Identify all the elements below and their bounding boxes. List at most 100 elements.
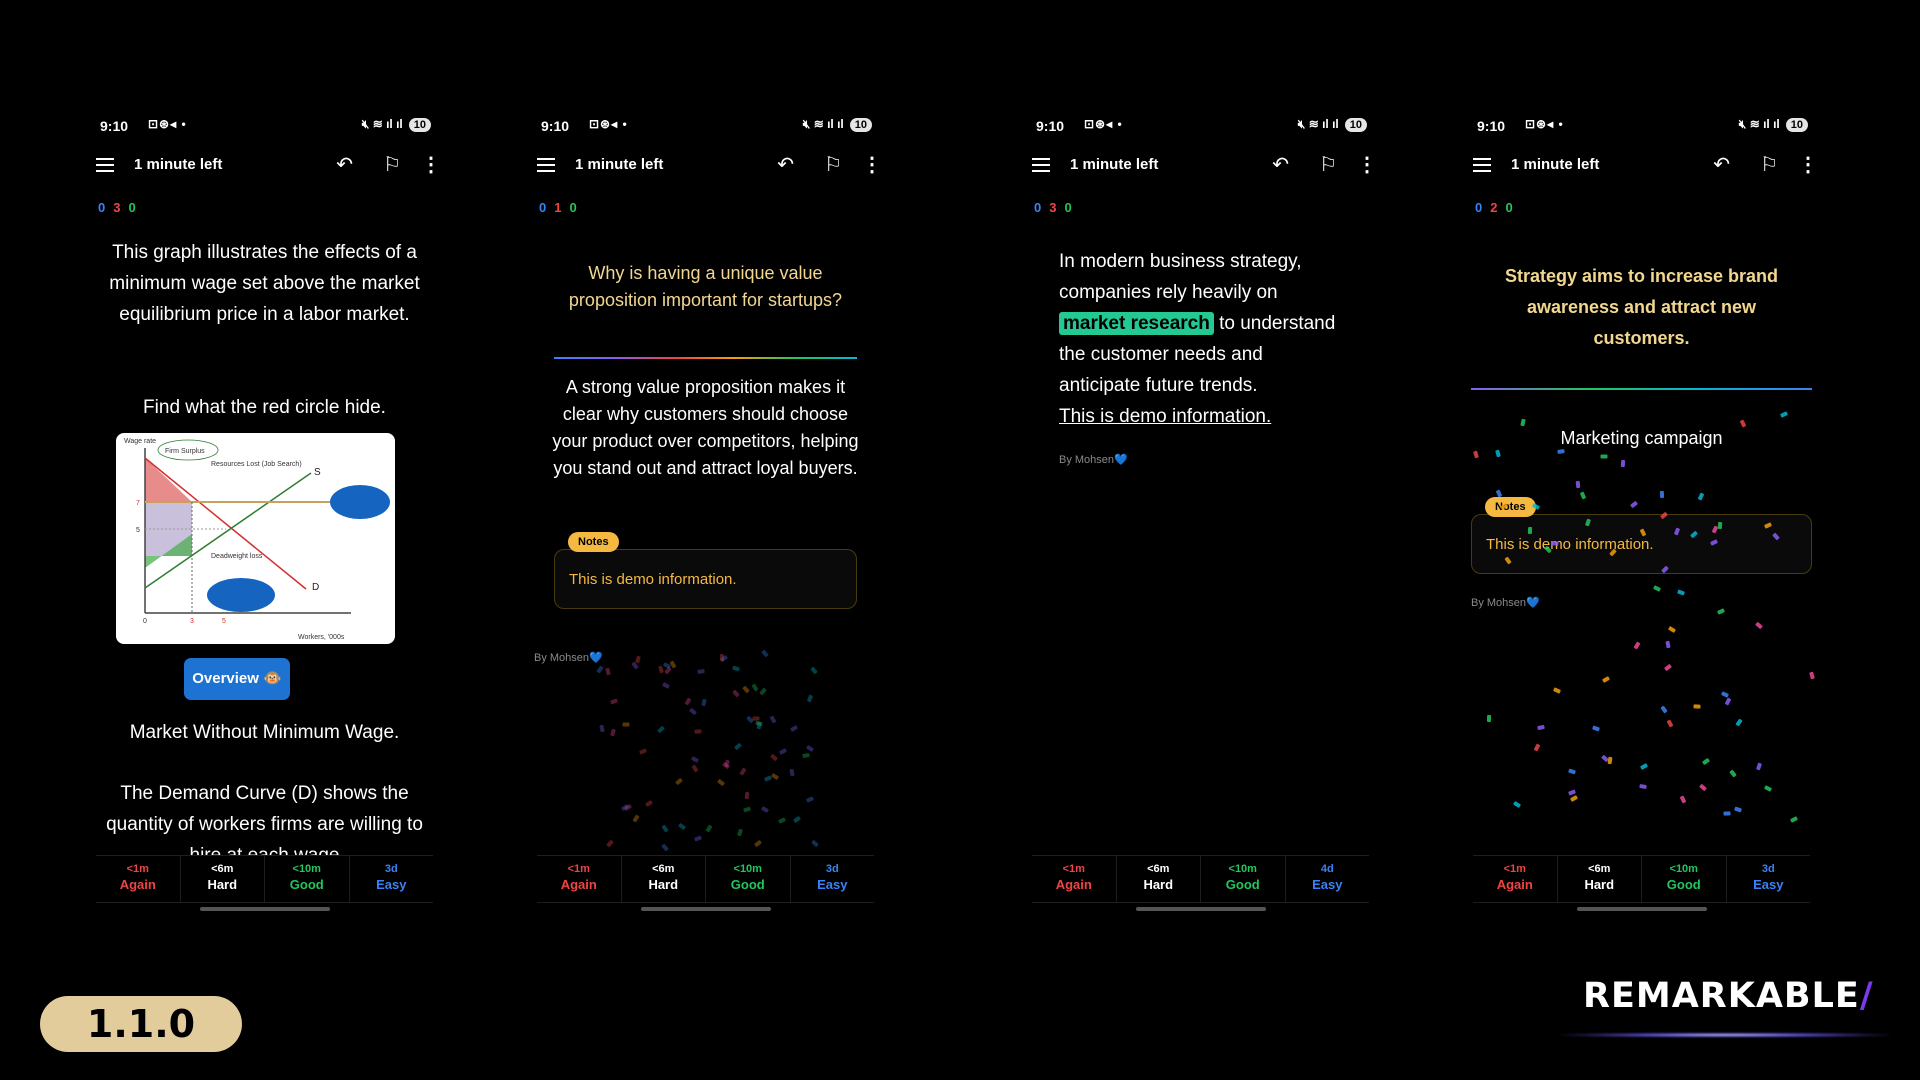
graph-x0: 0 xyxy=(143,618,147,625)
hard-label: Hard xyxy=(648,877,679,892)
confetti-piece xyxy=(1729,769,1737,778)
home-indicator[interactable] xyxy=(1135,907,1266,911)
confetti-piece xyxy=(705,824,713,833)
confetti-piece xyxy=(777,817,786,825)
home-indicator[interactable] xyxy=(1576,907,1707,911)
confetti-piece xyxy=(1790,816,1799,824)
confetti-piece xyxy=(761,805,770,813)
undo-icon[interactable]: ↶ xyxy=(1272,152,1289,177)
good-label: Good xyxy=(289,877,324,892)
more-options-icon[interactable]: ⋮ xyxy=(1357,152,1377,177)
confetti-piece xyxy=(806,694,813,703)
confetti-piece xyxy=(1717,607,1726,615)
confetti-piece xyxy=(662,682,671,689)
hard-button[interactable]: <6m Hard xyxy=(622,856,706,902)
flag-icon[interactable]: ⚐ xyxy=(1760,152,1778,177)
confetti-piece xyxy=(677,822,686,831)
home-indicator[interactable] xyxy=(199,907,330,911)
phone-screen-4: 9:10 ⊡⊛◂ • 🔇︎ ≋ ıl ıl 10 1 minute left ↶… xyxy=(1453,108,1830,918)
confetti-piece xyxy=(674,777,683,786)
hard-button[interactable]: <6m Hard xyxy=(181,856,265,902)
notification-icons: ⊡⊛◂ • xyxy=(589,117,628,131)
battery-icon: 10 xyxy=(408,117,431,132)
easy-label: Easy xyxy=(1753,877,1784,892)
cloze-answer-highlight: market research xyxy=(1059,312,1214,335)
more-options-icon[interactable]: ⋮ xyxy=(421,152,441,177)
flag-icon[interactable]: ⚐ xyxy=(824,152,842,177)
red-circle-hidden-1 xyxy=(330,485,390,519)
confetti-piece xyxy=(634,655,641,664)
battery-icon: 10 xyxy=(849,117,872,132)
menu-icon[interactable] xyxy=(1473,158,1491,172)
confetti-piece xyxy=(1809,672,1816,680)
confetti-piece xyxy=(778,748,787,756)
easy-button[interactable]: 3d Easy xyxy=(350,856,434,902)
card-intro-text: This graph illustrates the effects of a … xyxy=(109,242,420,325)
menu-icon[interactable] xyxy=(96,158,114,172)
again-label: Again xyxy=(1055,877,1092,892)
confetti-piece xyxy=(1679,795,1686,804)
hard-interval: <6m xyxy=(652,863,675,875)
confetti-piece xyxy=(1779,411,1788,418)
again-button[interactable]: <1m Again xyxy=(537,856,622,902)
brand-wordmark: REMARKABLE xyxy=(1583,976,1860,1016)
timer-title: 1 minute left xyxy=(1511,156,1600,173)
easy-interval: 4d xyxy=(1320,863,1334,875)
overview-button[interactable]: Overview 🐵 xyxy=(184,658,290,700)
more-options-icon[interactable]: ⋮ xyxy=(1798,152,1818,177)
confetti-piece xyxy=(622,722,630,727)
hard-label: Hard xyxy=(207,877,238,892)
confetti-piece xyxy=(801,752,810,758)
hard-label: Hard xyxy=(1143,877,1174,892)
confetti-piece xyxy=(1666,719,1674,728)
good-interval: <10m xyxy=(733,863,762,875)
status-bar: 9:10 ⊡⊛◂ • 🔇︎ ≋ ıl ıl 10 xyxy=(1012,116,1389,136)
easy-interval: 3d xyxy=(1761,863,1775,875)
undo-icon[interactable]: ↶ xyxy=(777,152,794,177)
confetti-piece xyxy=(1600,454,1608,459)
menu-icon[interactable] xyxy=(537,158,555,172)
good-button[interactable]: <10m Good xyxy=(1201,856,1286,902)
again-button[interactable]: <1m Again xyxy=(1032,856,1117,902)
good-button[interactable]: <10m Good xyxy=(706,856,791,902)
easy-button[interactable]: 3d Easy xyxy=(1727,856,1811,902)
app-bar: 1 minute left ↶ ⚐ ⋮ xyxy=(1012,152,1389,182)
confetti-piece xyxy=(810,666,819,675)
confetti-piece xyxy=(806,796,815,804)
good-button[interactable]: <10m Good xyxy=(265,856,350,902)
flag-icon[interactable]: ⚐ xyxy=(1319,152,1337,177)
easy-button[interactable]: 4d Easy xyxy=(1286,856,1370,902)
graph-deadweight: Deadweight loss xyxy=(211,553,263,560)
flag-icon[interactable]: ⚐ xyxy=(383,152,401,177)
easy-interval: 3d xyxy=(384,863,398,875)
red-circle-hidden-2 xyxy=(207,578,275,612)
good-interval: <10m xyxy=(1228,863,1257,875)
easy-button[interactable]: 3d Easy xyxy=(791,856,875,902)
undo-icon[interactable]: ↶ xyxy=(1713,152,1730,177)
confetti-piece xyxy=(789,768,796,776)
confetti-piece xyxy=(690,756,699,764)
hard-button[interactable]: <6m Hard xyxy=(1117,856,1201,902)
home-indicator[interactable] xyxy=(640,907,771,911)
easy-label: Easy xyxy=(1312,877,1343,892)
author-byline: By Mohsen💙 xyxy=(534,652,603,664)
notes-text: This is demo information. xyxy=(1486,536,1654,553)
confetti-piece xyxy=(1667,625,1676,633)
confetti-piece xyxy=(661,824,669,833)
again-label: Again xyxy=(119,877,156,892)
hard-button[interactable]: <6m Hard xyxy=(1558,856,1642,902)
cloze-line: market research to understand xyxy=(1059,308,1369,339)
good-label: Good xyxy=(730,877,765,892)
cloze-card-text: In modern business strategy, companies r… xyxy=(1059,246,1369,432)
again-button[interactable]: <1m Again xyxy=(96,856,181,902)
again-button[interactable]: <1m Again xyxy=(1473,856,1558,902)
confetti-piece xyxy=(598,724,605,733)
menu-icon[interactable] xyxy=(1032,158,1050,172)
author-byline: By Mohsen💙 xyxy=(1059,454,1128,466)
confetti-piece xyxy=(694,834,703,842)
undo-icon[interactable]: ↶ xyxy=(336,152,353,177)
more-options-icon[interactable]: ⋮ xyxy=(862,152,882,177)
good-button[interactable]: <10m Good xyxy=(1642,856,1727,902)
confetti-piece xyxy=(697,669,705,675)
divider xyxy=(1471,388,1812,390)
